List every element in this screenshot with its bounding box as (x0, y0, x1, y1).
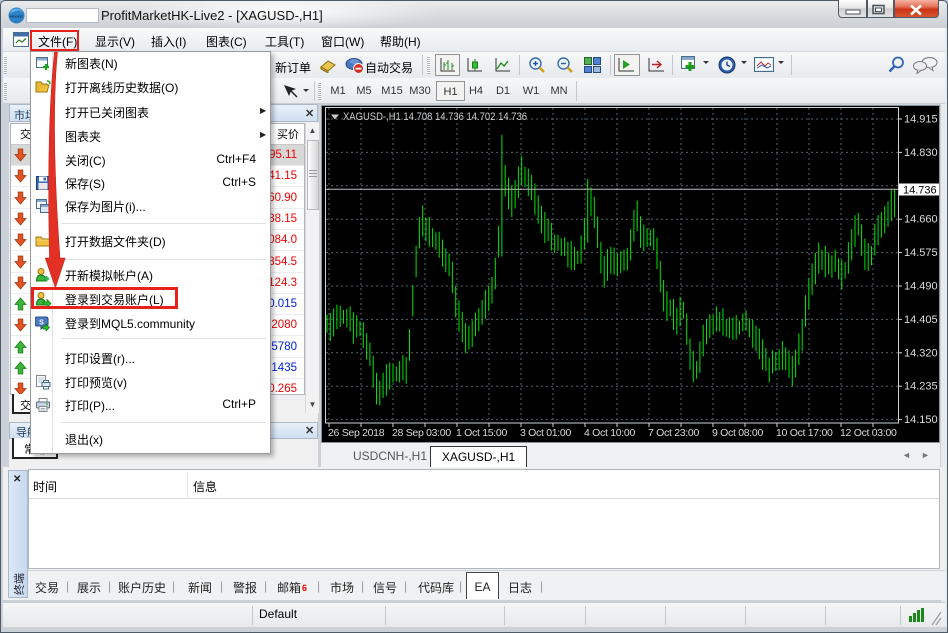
svg-text:14.490: 14.490 (904, 281, 938, 293)
svg-text:14.235: 14.235 (904, 381, 938, 393)
svg-text:3 Oct 01:00: 3 Oct 01:00 (520, 427, 571, 439)
svg-text:12 Oct 03:00: 12 Oct 03:00 (840, 427, 897, 439)
svg-text:10 Oct 17:00: 10 Oct 17:00 (776, 427, 833, 439)
svg-text:7 Oct 23:00: 7 Oct 23:00 (648, 427, 699, 439)
svg-text:14.320: 14.320 (904, 347, 938, 359)
svg-text:1 Oct 15:00: 1 Oct 15:00 (456, 427, 507, 439)
svg-text:XAGUSD-,H1 14.708 14.736 14.7: XAGUSD-,H1 14.708 14.736 14.702 14.736 (343, 111, 527, 123)
svg-text:26 Sep 2018: 26 Sep 2018 (328, 427, 385, 439)
svg-text:14.150: 14.150 (904, 414, 938, 426)
svg-text:14.915: 14.915 (904, 114, 938, 126)
svg-text:S: S (39, 320, 44, 327)
svg-text:14.405: 14.405 (904, 314, 938, 326)
svg-text:14.660: 14.660 (904, 214, 938, 226)
svg-text:PROFIT: PROFIT (10, 15, 24, 19)
svg-text:14.830: 14.830 (904, 147, 938, 159)
svg-text:4 Oct 10:00: 4 Oct 10:00 (584, 427, 635, 439)
svg-text:28 Sep 03:00: 28 Sep 03:00 (392, 427, 451, 439)
svg-text:9 Oct 08:00: 9 Oct 08:00 (712, 427, 763, 439)
svg-text:14.575: 14.575 (904, 247, 938, 259)
svg-text:14.736: 14.736 (903, 184, 937, 196)
